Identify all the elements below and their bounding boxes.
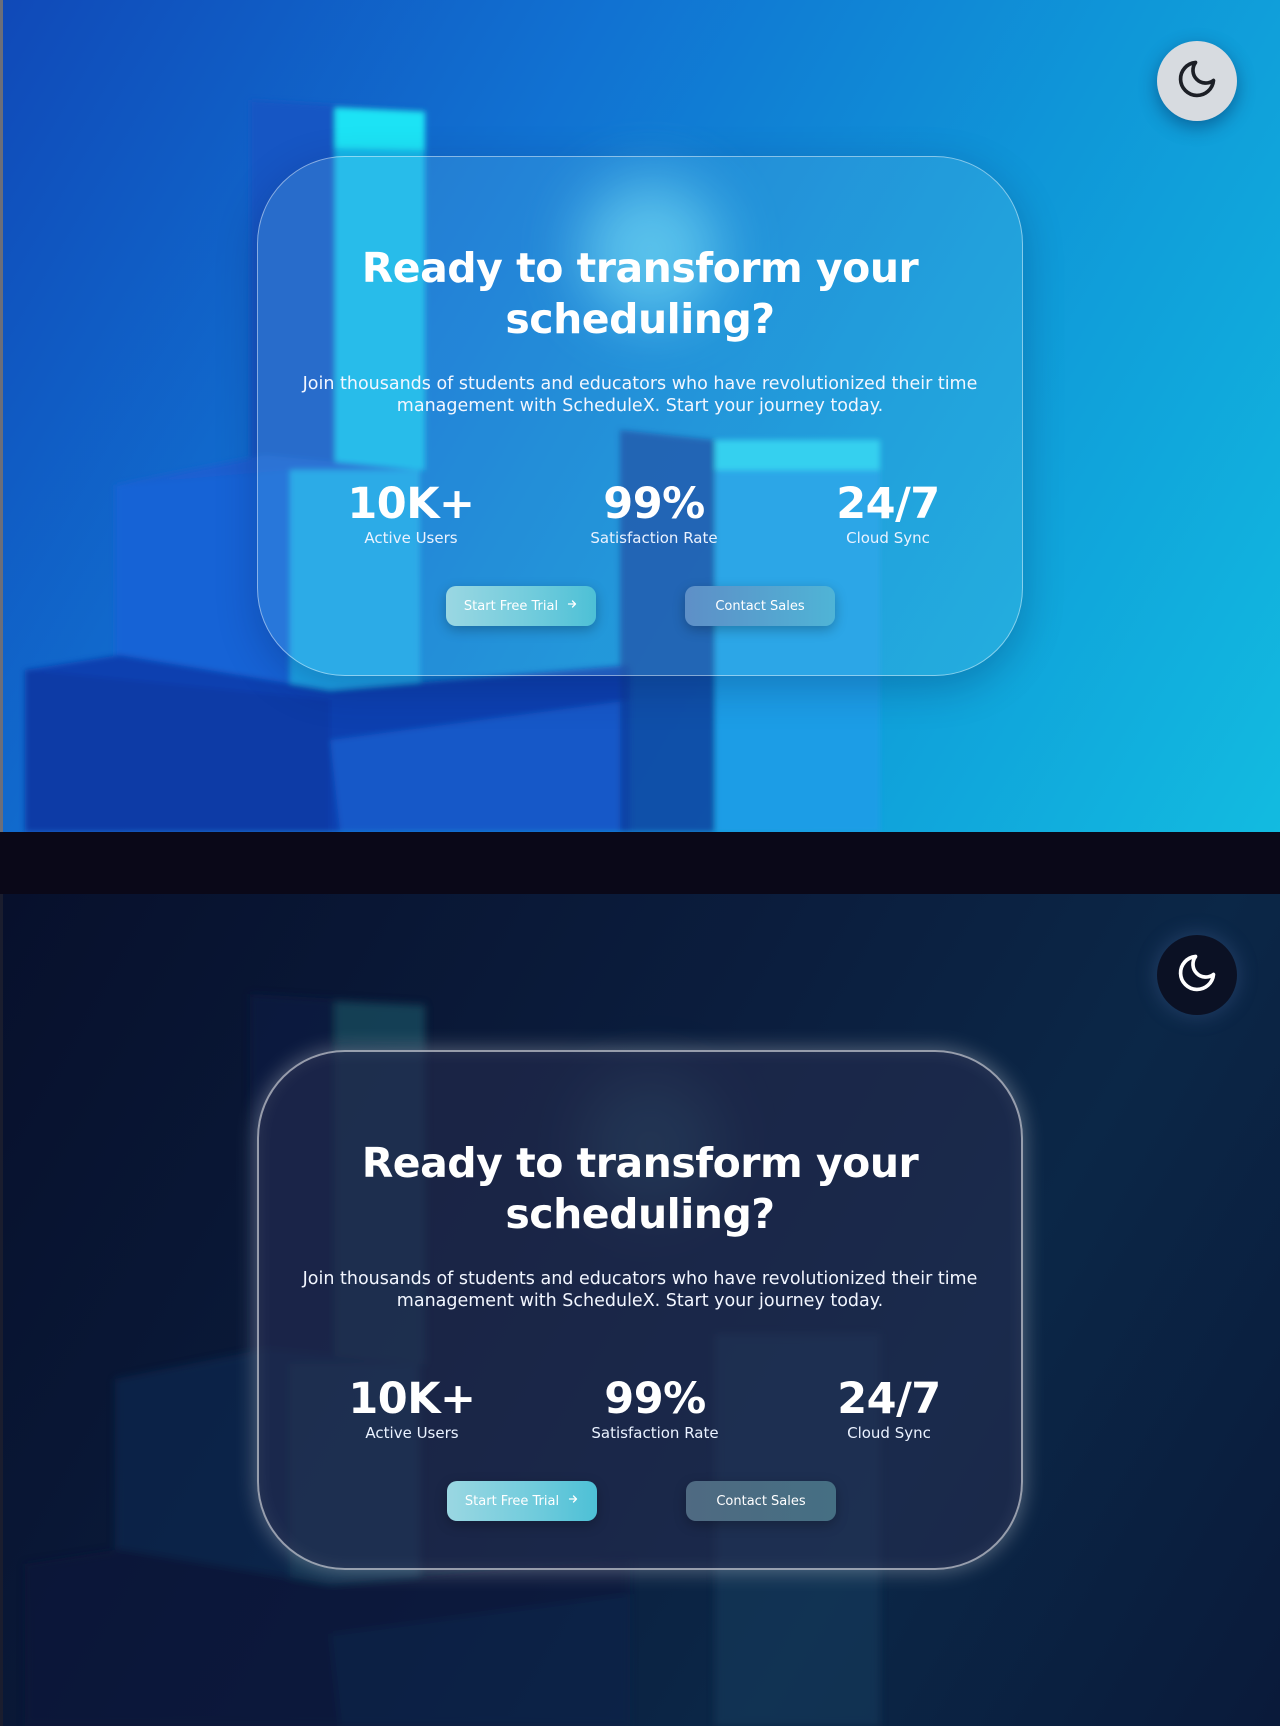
window-edge <box>0 0 3 832</box>
cta-title: Ready to transform your scheduling? <box>259 1138 1021 1240</box>
stat-label: Satisfaction Rate <box>590 529 718 547</box>
stat-label: Active Users <box>364 529 458 547</box>
cta-subtitle-line-2: management with ScheduleX. Start your jo… <box>396 396 884 416</box>
start-free-trial-button[interactable]: Start Free Trial <box>446 586 596 626</box>
stat-value: 24/7 <box>837 1374 941 1424</box>
moon-icon <box>1175 951 1219 999</box>
stat-value: 10K+ <box>347 479 475 529</box>
stat-value: 24/7 <box>836 479 940 529</box>
start-free-trial-label: Start Free Trial <box>463 598 559 614</box>
stat-satisfaction-rate: 99% Satisfaction Rate <box>545 1375 765 1443</box>
stat-value: 10K+ <box>348 1374 476 1424</box>
cta-title-line-1: Ready to transform your <box>361 244 919 292</box>
start-free-trial-button[interactable]: Start Free Trial <box>447 1481 597 1521</box>
cta-card: Ready to transform your scheduling? Join… <box>257 156 1023 676</box>
contact-sales-button[interactable]: Contact Sales <box>686 1481 836 1521</box>
cta-subtitle-line-1: Join thousands of students and educators… <box>302 374 978 394</box>
stat-value: 99% <box>603 479 705 529</box>
stat-label: Cloud Sync <box>846 529 930 547</box>
cta-subtitle-line-2: management with ScheduleX. Start your jo… <box>396 1291 884 1311</box>
window-edge <box>0 894 3 1726</box>
arrow-right-icon <box>567 1493 579 1509</box>
cta-subtitle: Join thousands of students and educators… <box>289 1268 991 1312</box>
contact-sales-label: Contact Sales <box>716 1493 806 1509</box>
stat-label: Satisfaction Rate <box>591 1424 719 1442</box>
stat-satisfaction-rate: 99% Satisfaction Rate <box>544 480 764 548</box>
section-divider <box>0 832 1280 894</box>
stat-cloud-sync: 24/7 Cloud Sync <box>779 1375 999 1443</box>
contact-sales-button[interactable]: Contact Sales <box>685 586 835 626</box>
cta-card: Ready to transform your scheduling? Join… <box>257 1050 1023 1570</box>
theme-toggle-button[interactable] <box>1157 935 1237 1015</box>
cta-title: Ready to transform your scheduling? <box>258 243 1022 345</box>
light-theme-preview: Ready to transform your scheduling? Join… <box>0 0 1280 832</box>
arrow-right-icon <box>566 598 578 614</box>
contact-sales-label: Contact Sales <box>715 598 805 614</box>
cta-title-line-2: scheduling? <box>505 295 775 343</box>
stat-value: 99% <box>604 1374 706 1424</box>
start-free-trial-label: Start Free Trial <box>464 1493 560 1509</box>
moon-icon <box>1175 57 1219 105</box>
stat-label: Active Users <box>365 1424 459 1442</box>
stat-active-users: 10K+ Active Users <box>301 480 521 548</box>
stat-label: Cloud Sync <box>847 1424 931 1442</box>
cta-subtitle-line-1: Join thousands of students and educators… <box>302 1269 978 1289</box>
cta-subtitle: Join thousands of students and educators… <box>288 373 992 417</box>
dark-theme-preview: Ready to transform your scheduling? Join… <box>0 894 1280 1726</box>
stat-active-users: 10K+ Active Users <box>302 1375 522 1443</box>
stat-cloud-sync: 24/7 Cloud Sync <box>778 480 998 548</box>
theme-toggle-button[interactable] <box>1157 41 1237 121</box>
cta-title-line-2: scheduling? <box>505 1190 775 1238</box>
cta-title-line-1: Ready to transform your <box>361 1139 919 1187</box>
